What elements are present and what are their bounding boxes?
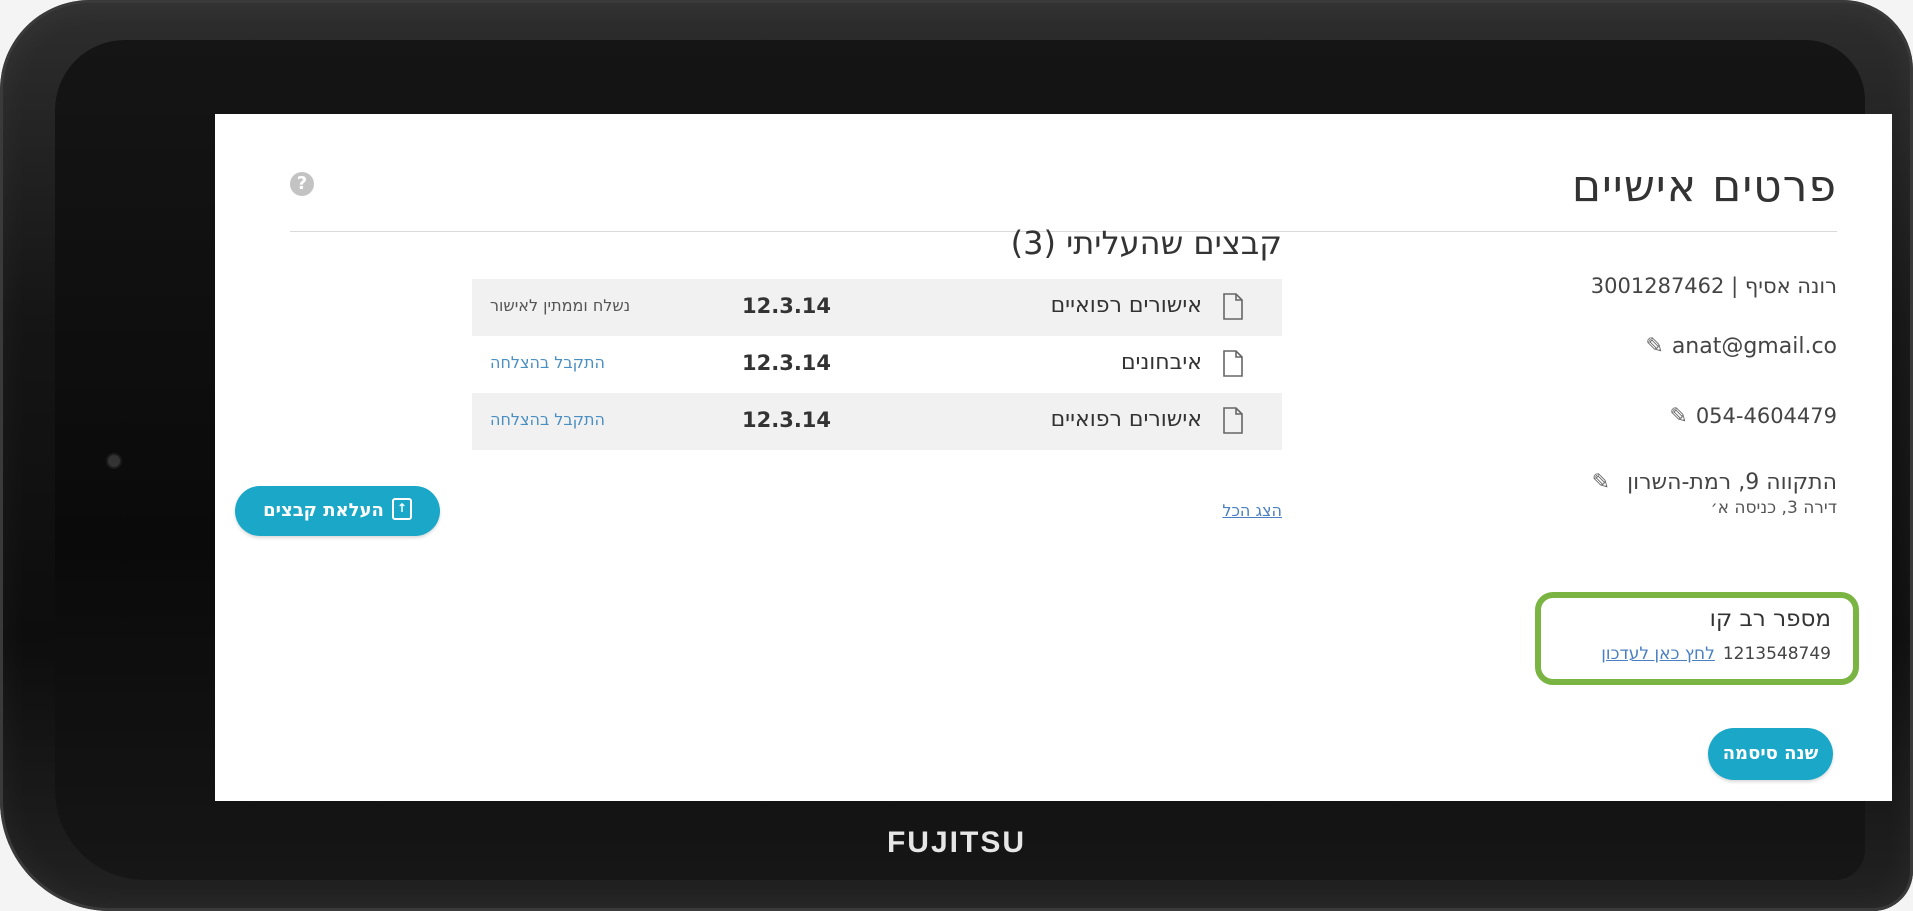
file-name: אישורים רפואיים [1050, 293, 1202, 318]
camera-icon [108, 455, 120, 467]
table-row[interactable]: אישורים רפואיים 12.3.14 התקבל בהצלחה [472, 393, 1282, 450]
email-field[interactable]: ✎ anat@gmail.co [1645, 334, 1837, 359]
help-icon[interactable]: ? [290, 172, 314, 196]
file-icon [1223, 293, 1243, 320]
files-title: קבצים שהעליתי (3) [1010, 224, 1282, 262]
table-row[interactable]: איבחונים 12.3.14 התקבל בהצלחה [472, 336, 1282, 393]
multiline-row: 1213548749 לחץ כאן לעדכון [1601, 644, 1831, 664]
upload-icon: ↑ [391, 498, 412, 520]
edit-pencil-icon[interactable]: ✎ [1669, 404, 1687, 429]
edit-pencil-icon[interactable]: ✎ [1645, 334, 1663, 359]
file-date: 12.3.14 [742, 408, 832, 432]
multiline-label: מספר רב קו [1709, 606, 1831, 632]
show-all-link[interactable]: הצג הכל [1222, 501, 1282, 520]
name-id: רונה אסיף | 3001287462 [1590, 274, 1837, 298]
files-table: אישורים רפואיים 12.3.14 נשלח וממתין לאיש… [472, 279, 1282, 450]
table-row[interactable]: אישורים רפואיים 12.3.14 נשלח וממתין לאיש… [472, 279, 1282, 336]
file-name: אישורים רפואיים [1050, 407, 1202, 432]
screen: פרטים אישיים ? רונה אסיף | 3001287462 ✎ a… [215, 114, 1892, 801]
multiline-highlight-box: מספר רב קו 1213548749 לחץ כאן לעדכון [1535, 592, 1859, 685]
upload-label: העלאת קבצים [263, 500, 384, 521]
phone-field[interactable]: ✎ 054-4604479 [1669, 404, 1837, 429]
edit-pencil-icon[interactable]: ✎ [1592, 470, 1610, 495]
address-line2: דירה 3, כניסה א׳ [1710, 498, 1837, 518]
email-value: anat@gmail.co [1671, 334, 1837, 359]
address-field[interactable]: התקווה 9, רמת-השרון ✎ דירה 3, כניסה א׳ [1592, 470, 1837, 518]
file-date: 12.3.14 [742, 351, 832, 375]
address-line1: התקווה 9, רמת-השרון [1627, 470, 1837, 495]
file-icon [1223, 350, 1243, 377]
file-status: התקבל בהצלחה [490, 410, 605, 429]
file-status: התקבל בהצלחה [490, 353, 605, 372]
file-icon [1223, 407, 1243, 434]
brand-logo: FUJITSU [886, 826, 1026, 859]
multiline-number: 1213548749 [1722, 644, 1831, 664]
change-password-button[interactable]: שנה סיסמה [1708, 728, 1833, 780]
page-title: פרטים אישיים [1571, 161, 1837, 212]
upload-files-button[interactable]: ↑ העלאת קבצים [235, 486, 440, 536]
file-status: נשלח וממתין לאישור [490, 296, 631, 315]
phone-value: 054-4604479 [1695, 404, 1837, 428]
file-name: איבחונים [1120, 350, 1202, 375]
multiline-update-link[interactable]: לחץ כאן לעדכון [1601, 644, 1715, 664]
file-date: 12.3.14 [742, 294, 832, 318]
